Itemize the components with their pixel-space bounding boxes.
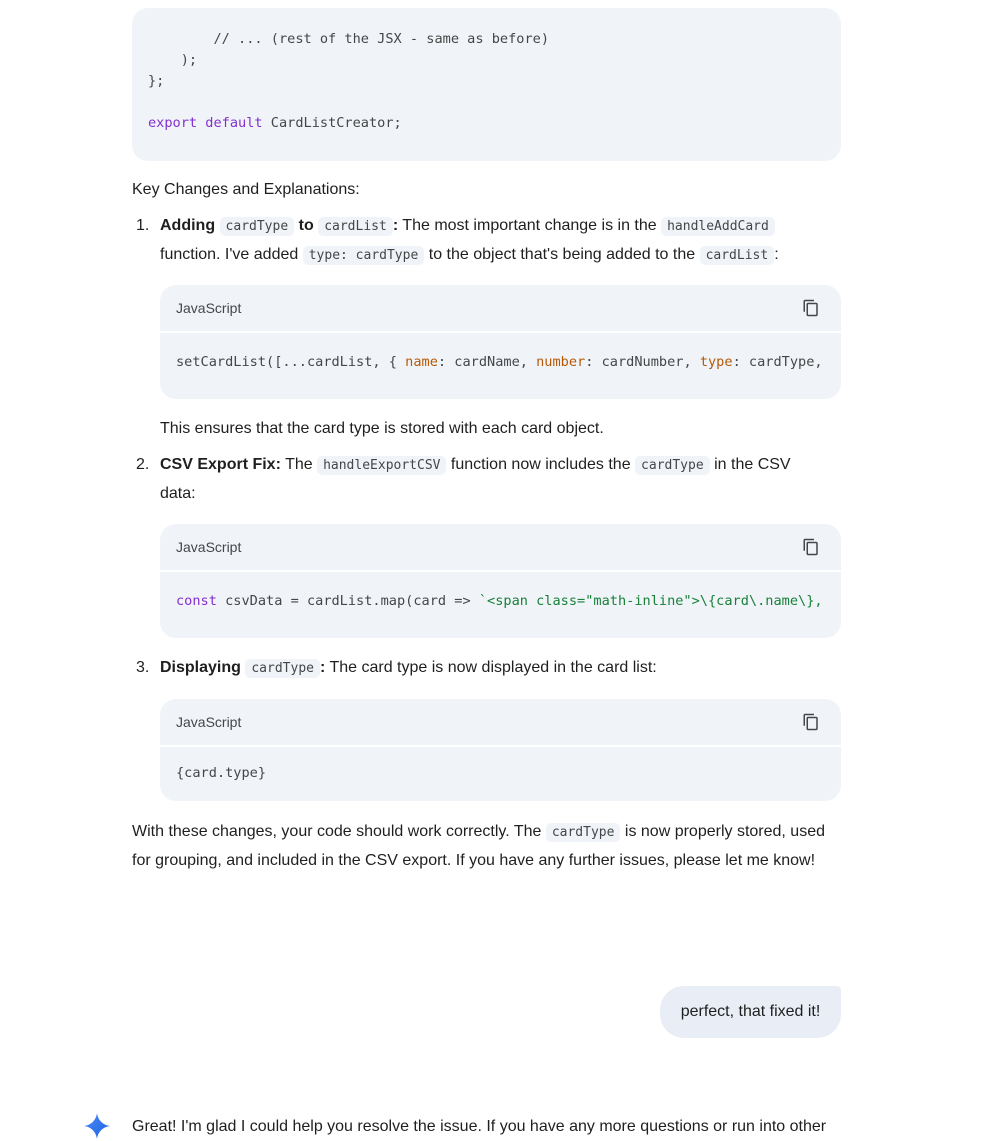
code-text: : cardName, xyxy=(437,354,537,370)
inline-code: handleExportCSV xyxy=(317,456,447,475)
code-line: }; xyxy=(148,73,165,89)
copy-icon xyxy=(803,299,818,317)
code-line: ); xyxy=(148,52,198,68)
code-block-2: JavaScript const csvData = cardList.map(… xyxy=(160,524,841,638)
code-keyword: const xyxy=(176,593,217,609)
list-item-3-text: Displaying cardType: The card type is no… xyxy=(160,654,840,683)
text: With these changes, your code should wor… xyxy=(132,823,546,840)
copy-button[interactable] xyxy=(799,710,823,734)
copy-button[interactable] xyxy=(799,535,823,559)
text: function. I've added xyxy=(160,246,303,263)
code-text: : cardNumber, xyxy=(585,354,700,370)
copy-button[interactable] xyxy=(799,296,823,320)
code-block-1: JavaScript setCardList([...cardList, { n… xyxy=(160,285,841,399)
list-item-2-text: CSV Export Fix: The handleExportCSV func… xyxy=(160,451,840,508)
list-item-1-followup: This ensures that the card type is store… xyxy=(160,420,604,437)
inline-code: type: cardType xyxy=(302,246,425,265)
code-string: `<span class="math-inline">\{card\.name\… xyxy=(478,593,823,609)
copy-icon xyxy=(803,538,818,556)
text: in the CSV xyxy=(709,456,791,473)
code-property: type xyxy=(699,354,733,370)
inline-code: cardType xyxy=(219,217,295,236)
code-language-label: JavaScript xyxy=(176,300,242,316)
code-keyword: export xyxy=(148,115,198,131)
text: The xyxy=(280,456,318,473)
list-item-1-text: Adding cardType to cardList: The most im… xyxy=(160,212,840,270)
code-language-label: JavaScript xyxy=(176,539,242,555)
text: The most important change is in the xyxy=(398,217,662,234)
user-message-bubble: perfect, that fixed it! xyxy=(660,986,841,1038)
inline-code: cardType xyxy=(245,659,320,678)
inline-code: cardType xyxy=(545,823,621,842)
code-keyword: default xyxy=(205,115,263,131)
bold-text: Displaying xyxy=(160,659,241,676)
copy-icon xyxy=(803,713,818,731)
closing-paragraph: With these changes, your code should wor… xyxy=(132,818,832,875)
text: : xyxy=(774,246,779,263)
code-block-3: JavaScript {card.type} xyxy=(160,699,841,801)
inline-code: handleAddCard xyxy=(661,217,775,236)
assistant-reply-text: Great! I'm glad I could help you resolve… xyxy=(132,1118,827,1135)
text: function now includes the xyxy=(446,456,636,473)
code-line: // ... (rest of the JSX - same as before… xyxy=(148,31,550,47)
code-block-header: JavaScript xyxy=(160,285,841,333)
inline-code: cardList xyxy=(318,217,393,236)
code-block-header: JavaScript xyxy=(160,699,841,747)
code-block-body: {card.type} xyxy=(160,747,841,801)
code-block-cardlistcreator: // ... (rest of the JSX - same as before… xyxy=(132,8,841,161)
list-number: 1. xyxy=(136,217,150,234)
code-text: csvData = cardList.map(card => xyxy=(216,593,479,609)
code-block-body: const csvData = cardList.map(card => `<s… xyxy=(160,572,841,638)
inline-code: cardList xyxy=(699,246,775,265)
code-property: number xyxy=(536,354,586,370)
text: to the object that's being added to the xyxy=(424,246,700,263)
gemini-sparkle-icon xyxy=(84,1113,110,1139)
list-number: 2. xyxy=(136,456,150,473)
bold-text: CSV Export Fix: xyxy=(160,456,281,473)
code-text: setCardList([...cardList, { xyxy=(176,354,406,370)
code-language-label: JavaScript xyxy=(176,714,242,730)
code-line-export: export default CardListCreator; xyxy=(148,113,825,134)
text: data: xyxy=(160,485,196,502)
code-text: CardListCreator; xyxy=(262,115,402,131)
bold-text: Adding xyxy=(160,217,216,234)
code-property: name xyxy=(405,354,438,370)
inline-code: cardType xyxy=(635,456,710,475)
text: The card type is now displayed in the ca… xyxy=(325,659,657,676)
code-block-body: setCardList([...cardList, { name: cardNa… xyxy=(160,333,841,399)
code-text: : cardType, xyxy=(732,354,823,370)
code-block-header: JavaScript xyxy=(160,524,841,572)
section-heading: Key Changes and Explanations: xyxy=(132,181,360,198)
list-number: 3. xyxy=(136,659,150,676)
user-message-text: perfect, that fixed it! xyxy=(680,1003,821,1020)
bold-text: to xyxy=(298,217,314,234)
